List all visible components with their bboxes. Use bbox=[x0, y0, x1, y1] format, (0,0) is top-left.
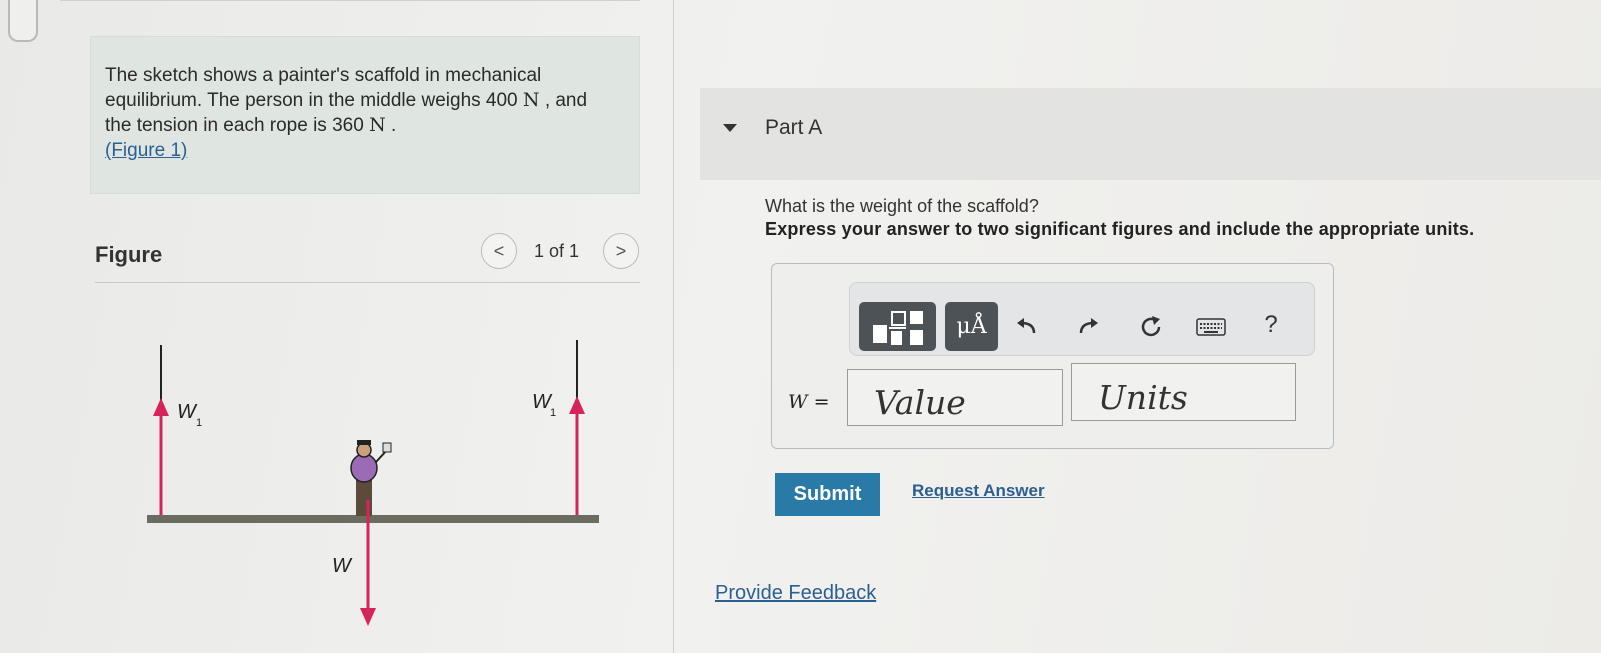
variable-label: W = bbox=[788, 391, 830, 413]
part-a-header[interactable] bbox=[700, 88, 1601, 180]
submit-button[interactable]: Submit bbox=[775, 473, 880, 516]
figure-link[interactable]: (Figure 1) bbox=[105, 140, 187, 161]
right-arrowhead-icon bbox=[569, 396, 585, 414]
value-input[interactable] bbox=[847, 369, 1063, 426]
reset-icon[interactable] bbox=[1135, 313, 1167, 341]
weight-arrowhead-icon bbox=[360, 608, 376, 626]
chevron-right-icon[interactable]: > bbox=[603, 233, 639, 269]
variable-symbol: W bbox=[788, 391, 808, 413]
answer-box: μÅ ? W = bbox=[771, 263, 1334, 449]
units-input[interactable] bbox=[1071, 363, 1296, 421]
unit-newton: N bbox=[522, 89, 540, 111]
problem-line-3: the tension in each rope is 360 bbox=[105, 115, 364, 136]
left-arrowhead-icon bbox=[153, 398, 169, 416]
prev-glyph: < bbox=[493, 240, 505, 261]
part-a-title[interactable]: Part A bbox=[765, 116, 822, 140]
column-divider bbox=[673, 0, 674, 653]
painter-person bbox=[350, 440, 392, 516]
figure-title: Figure bbox=[95, 242, 163, 267]
problem-line-2: equilibrium. The person in the middle we… bbox=[105, 90, 518, 111]
label-w1-left: W bbox=[177, 401, 198, 423]
scroll-tab[interactable] bbox=[8, 0, 38, 42]
unit-newton: N bbox=[369, 114, 386, 136]
problem-line-2-end: , and bbox=[544, 90, 588, 111]
help-icon[interactable]: ? bbox=[1255, 311, 1287, 339]
keyboard-icon[interactable] bbox=[1195, 313, 1227, 341]
problem-text: The sketch shows a painter's scaffold in… bbox=[105, 63, 625, 163]
top-divider bbox=[60, 0, 640, 1]
equals-sign: = bbox=[813, 391, 830, 413]
math-toolbar: μÅ ? bbox=[849, 282, 1315, 356]
problem-line-3-end: . bbox=[390, 115, 397, 136]
undo-icon[interactable] bbox=[1010, 313, 1042, 341]
problem-line-1: The sketch shows a painter's scaffold in… bbox=[105, 65, 542, 86]
question-text: What is the weight of the scaffold? bbox=[765, 196, 1039, 216]
label-w1-right-sub: 1 bbox=[550, 407, 556, 419]
redo-icon[interactable] bbox=[1073, 313, 1105, 341]
label-w1-left-sub: 1 bbox=[196, 417, 202, 429]
label-w: W bbox=[332, 555, 353, 577]
scaffold-plank bbox=[147, 515, 599, 523]
scaffold-figure: W 1 W 1 W bbox=[147, 340, 599, 626]
instruction-text: Express your answer to two significant f… bbox=[765, 219, 1475, 239]
problem-statement: The sketch shows a painter's scaffold in… bbox=[90, 36, 640, 194]
request-answer-link[interactable]: Request Answer bbox=[912, 481, 1045, 501]
templates-icon[interactable] bbox=[859, 302, 936, 351]
figure-divider bbox=[95, 282, 640, 283]
provide-feedback-link[interactable]: Provide Feedback bbox=[715, 582, 876, 605]
caret-down-icon[interactable] bbox=[723, 124, 737, 132]
chevron-left-icon[interactable]: < bbox=[481, 233, 517, 269]
figure-pager-count: 1 of 1 bbox=[534, 241, 580, 261]
next-glyph: > bbox=[615, 240, 627, 261]
units-icon[interactable]: μÅ bbox=[945, 302, 998, 351]
